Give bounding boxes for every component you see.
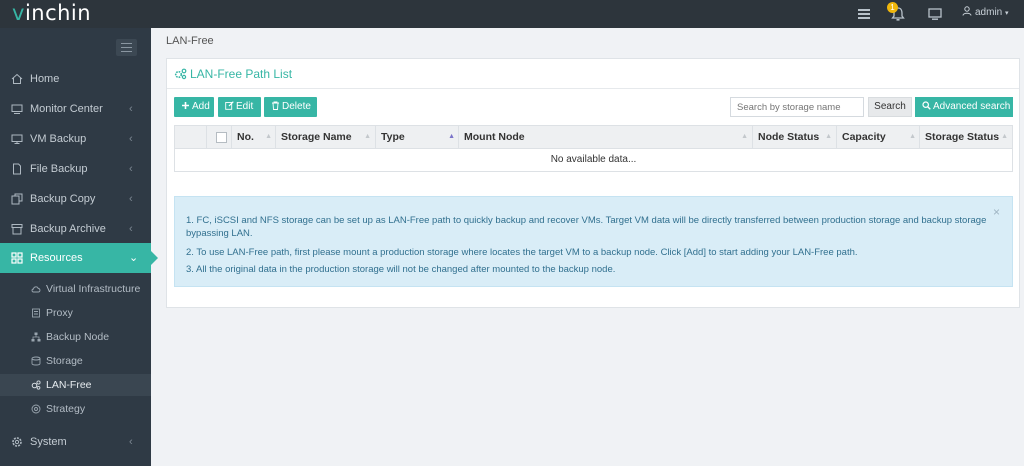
column-storage-name[interactable]: Storage Name ▲ bbox=[275, 126, 375, 148]
breadcrumb: LAN-Free bbox=[166, 35, 214, 47]
file-icon bbox=[13, 163, 21, 175]
column-type[interactable]: Type ▲ bbox=[375, 126, 459, 148]
chevron-left-icon: ‹ bbox=[129, 133, 133, 145]
menu-bars-icon bbox=[121, 43, 132, 44]
user-icon bbox=[962, 6, 972, 16]
chevron-left-icon: ‹ bbox=[129, 163, 133, 175]
proxy-icon bbox=[32, 308, 40, 318]
info-line-1: 1. FC, iSCSI and NFS storage can be set … bbox=[186, 215, 987, 239]
sidebar-subitem-lan-free[interactable]: LAN-Free bbox=[0, 374, 151, 396]
search-input[interactable] bbox=[730, 97, 864, 117]
sidebar-subitem-virtual-infrastructure[interactable]: Virtual Infrastructure bbox=[0, 278, 151, 300]
select-all-checkbox[interactable] bbox=[216, 132, 227, 143]
search-button[interactable]: Search bbox=[868, 97, 912, 117]
menu-bar bbox=[121, 47, 132, 48]
divider bbox=[167, 88, 1019, 89]
empty-table-row: No available data... bbox=[174, 149, 1013, 172]
sort-icon: ▲ bbox=[265, 133, 272, 140]
column-mount-node[interactable]: Mount Node ▲ bbox=[458, 126, 752, 148]
grid-icon bbox=[11, 252, 23, 264]
sidebar-item-backup-archive[interactable]: Backup Archive ‹ bbox=[0, 214, 151, 244]
task-list-icon[interactable] bbox=[856, 6, 872, 22]
sitemap-icon bbox=[31, 332, 41, 342]
chevron-left-icon: ‹ bbox=[129, 223, 133, 235]
sidebar-item-vm-backup[interactable]: VM Backup ‹ bbox=[0, 124, 151, 154]
search-icon bbox=[922, 101, 931, 110]
chevron-left-icon: ‹ bbox=[129, 103, 133, 115]
gear-icon bbox=[12, 437, 22, 447]
sidebar-subitem-strategy[interactable]: Strategy bbox=[0, 398, 151, 420]
menu-toggle-button[interactable] bbox=[116, 39, 137, 56]
delete-button[interactable]: Delete bbox=[264, 97, 317, 117]
add-button[interactable]: Add bbox=[174, 97, 214, 117]
chevron-left-icon: ‹ bbox=[129, 436, 133, 448]
edit-button[interactable]: Edit bbox=[218, 97, 261, 117]
column-no[interactable]: No. ▲ bbox=[231, 126, 276, 148]
plus-icon bbox=[182, 102, 189, 109]
panel-title: LAN-Free Path List bbox=[174, 67, 292, 81]
sidebar-item-resources[interactable]: Resources ⌄ bbox=[0, 243, 158, 273]
info-alert: × 1. FC, iSCSI and NFS storage can be se… bbox=[174, 196, 1013, 287]
copy-icon bbox=[11, 193, 23, 205]
sort-icon: ▲ bbox=[364, 133, 371, 140]
archive-icon bbox=[11, 224, 23, 235]
chevron-left-icon: ‹ bbox=[129, 193, 133, 205]
sidebar-subitem-backup-node[interactable]: Backup Node bbox=[0, 326, 151, 348]
sort-icon: ▲ bbox=[909, 133, 916, 140]
advanced-search-button[interactable]: Advanced search bbox=[915, 97, 1013, 117]
sidebar-item-home[interactable]: Home bbox=[0, 64, 151, 94]
info-line-3: 3. All the original data in the producti… bbox=[186, 264, 616, 275]
sort-icon: ▲ bbox=[1001, 133, 1008, 140]
trash-icon bbox=[272, 101, 279, 110]
sidebar-subitem-storage[interactable]: Storage bbox=[0, 350, 151, 372]
user-menu[interactable]: admin ▾ bbox=[962, 0, 1009, 28]
caret-down-icon: ▾ bbox=[1005, 10, 1009, 17]
screen-icon[interactable] bbox=[927, 6, 943, 22]
sidebar-item-backup-copy[interactable]: Backup Copy ‹ bbox=[0, 184, 151, 214]
table-header: No. ▲ Storage Name ▲ Type ▲ Mount Node ▲ Nod… bbox=[174, 125, 1013, 149]
strategy-icon bbox=[31, 404, 41, 414]
column-node-status[interactable]: Node Status ▲ bbox=[752, 126, 836, 148]
vinchin-logo[interactable]: vinchin bbox=[12, 0, 91, 28]
menu-bar bbox=[121, 51, 132, 52]
top-bar: vinchin 1 admin ▾ bbox=[0, 0, 1024, 28]
sidebar-item-file-backup[interactable]: File Backup ‹ bbox=[0, 154, 151, 184]
sidebar-item-system[interactable]: System ‹ bbox=[0, 427, 151, 457]
sidebar: Home Monitor Center ‹ VM Backup ‹ File B… bbox=[0, 28, 158, 466]
notification-badge[interactable]: 1 bbox=[887, 2, 898, 13]
sort-icon: ▲ bbox=[825, 133, 832, 140]
sidebar-subitem-proxy[interactable]: Proxy bbox=[0, 302, 151, 324]
chevron-down-icon: ⌄ bbox=[129, 252, 139, 264]
sort-icon: ▲ bbox=[741, 133, 748, 140]
sort-ascending-icon: ▲ bbox=[448, 133, 455, 140]
home-icon bbox=[11, 73, 23, 84]
sidebar-item-monitor-center[interactable]: Monitor Center ‹ bbox=[0, 94, 151, 124]
cogs-icon bbox=[174, 68, 187, 80]
lan-free-panel: LAN-Free Path List Add Edit Delete Searc… bbox=[166, 58, 1020, 308]
desktop-icon bbox=[11, 134, 23, 144]
cloud-icon bbox=[31, 286, 41, 293]
storage-icon bbox=[31, 356, 41, 366]
column-capacity[interactable]: Capacity ▲ bbox=[836, 126, 920, 148]
cogs-icon bbox=[31, 380, 41, 390]
info-line-2: 2. To use LAN-Free path, first please mo… bbox=[186, 247, 858, 258]
edit-icon bbox=[225, 101, 234, 110]
column-storage-status[interactable]: Storage Status ▲ bbox=[919, 126, 1012, 148]
monitor-icon bbox=[11, 104, 23, 114]
close-icon[interactable]: × bbox=[993, 205, 1000, 219]
